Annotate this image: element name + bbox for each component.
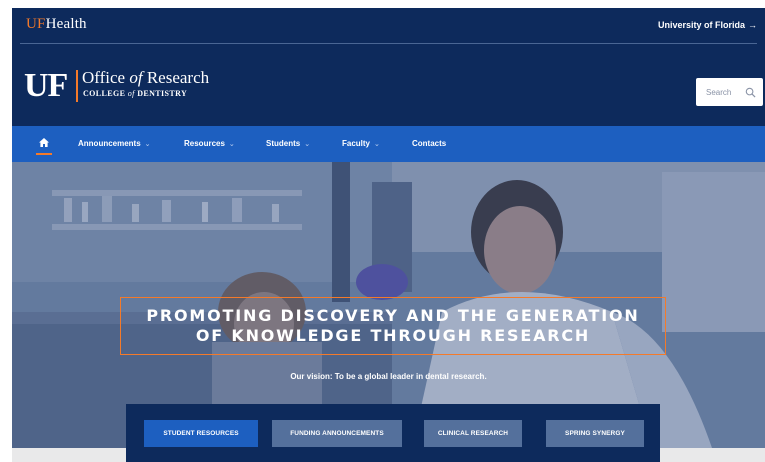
site-subtitle-of: of xyxy=(127,89,135,98)
arrow-right-icon: → xyxy=(748,20,757,30)
chevron-down-icon: ⌄ xyxy=(144,141,151,148)
nav-item-faculty[interactable]: Faculty ⌄ xyxy=(342,126,380,162)
content-strip-left xyxy=(12,448,126,462)
funding-announcements-button[interactable]: FUNDING ANNOUNCEMENTS xyxy=(272,420,402,447)
search-box xyxy=(696,78,763,106)
nav-item-label: Faculty xyxy=(342,139,371,148)
clinical-research-button[interactable]: CLINICAL RESEARCH xyxy=(424,420,522,447)
logo-divider xyxy=(76,70,78,102)
nav-item-students[interactable]: Students ⌄ xyxy=(266,126,310,162)
student-resources-button[interactable]: STUDENT RESOURCES xyxy=(144,420,258,447)
uf-health-logo-health: Health xyxy=(45,16,87,32)
hero-vision-text: Our vision: To be a global leader in den… xyxy=(290,372,487,381)
site-subtitle-college: COLLEGE xyxy=(83,89,126,98)
chevron-down-icon: ⌄ xyxy=(228,141,235,148)
site-title-of: of xyxy=(129,68,143,87)
site-header: UF Office of Research COLLEGE of DENTIST… xyxy=(12,44,765,126)
nav-item-announcements[interactable]: Announcements ⌄ xyxy=(78,126,151,162)
search-icon[interactable] xyxy=(745,87,756,98)
site-subtitle: COLLEGE of DENTISTRY xyxy=(83,89,187,98)
hero-headline-frame: PROMOTING DISCOVERY AND THE GENERATION O… xyxy=(120,297,666,355)
nav-home[interactable] xyxy=(34,126,54,162)
university-of-florida-link[interactable]: University of Florida → xyxy=(658,20,757,30)
nav-item-label: Resources xyxy=(184,139,225,148)
uf-health-logo[interactable]: UFHealth xyxy=(26,16,87,33)
hero-headline: PROMOTING DISCOVERY AND THE GENERATION O… xyxy=(121,306,665,346)
site-subtitle-dentistry: DENTISTRY xyxy=(137,89,188,98)
chevron-down-icon: ⌄ xyxy=(304,141,311,148)
top-bar: UFHealth University of Florida → xyxy=(12,8,765,44)
hero-headline-line-1: PROMOTING DISCOVERY AND THE GENERATION xyxy=(146,306,640,325)
nav-item-resources[interactable]: Resources ⌄ xyxy=(184,126,235,162)
spring-synergy-button[interactable]: SPRING SYNERGY xyxy=(546,420,644,447)
university-of-florida-label: University of Florida xyxy=(657,20,745,30)
site-title-research: Research xyxy=(146,68,210,87)
nav-item-label: Announcements xyxy=(78,139,141,148)
nav-item-contacts[interactable]: Contacts xyxy=(412,126,446,162)
nav-active-indicator xyxy=(36,153,52,155)
site-title[interactable]: Office of Research xyxy=(82,68,209,88)
quick-links-panel: STUDENT RESOURCES FUNDING ANNOUNCEMENTS … xyxy=(126,404,660,462)
uf-logo[interactable]: UF xyxy=(24,68,68,104)
home-icon xyxy=(39,138,49,147)
hero-headline-line-2: OF KNOWLEDGE THROUGH RESEARCH xyxy=(195,326,591,345)
site-title-office: Office xyxy=(82,68,126,87)
nav-item-label: Contacts xyxy=(412,139,447,148)
search-input[interactable] xyxy=(696,78,746,106)
page: UFHealth University of Florida → UF Offic… xyxy=(12,8,765,462)
content-strip-right xyxy=(660,448,765,462)
chevron-down-icon: ⌄ xyxy=(374,141,380,148)
nav-item-label: Students xyxy=(266,139,301,148)
main-nav: Announcements ⌄ Resources ⌄ Students ⌄ Facu… xyxy=(12,126,765,162)
uf-health-logo-uf: UF xyxy=(26,16,46,32)
